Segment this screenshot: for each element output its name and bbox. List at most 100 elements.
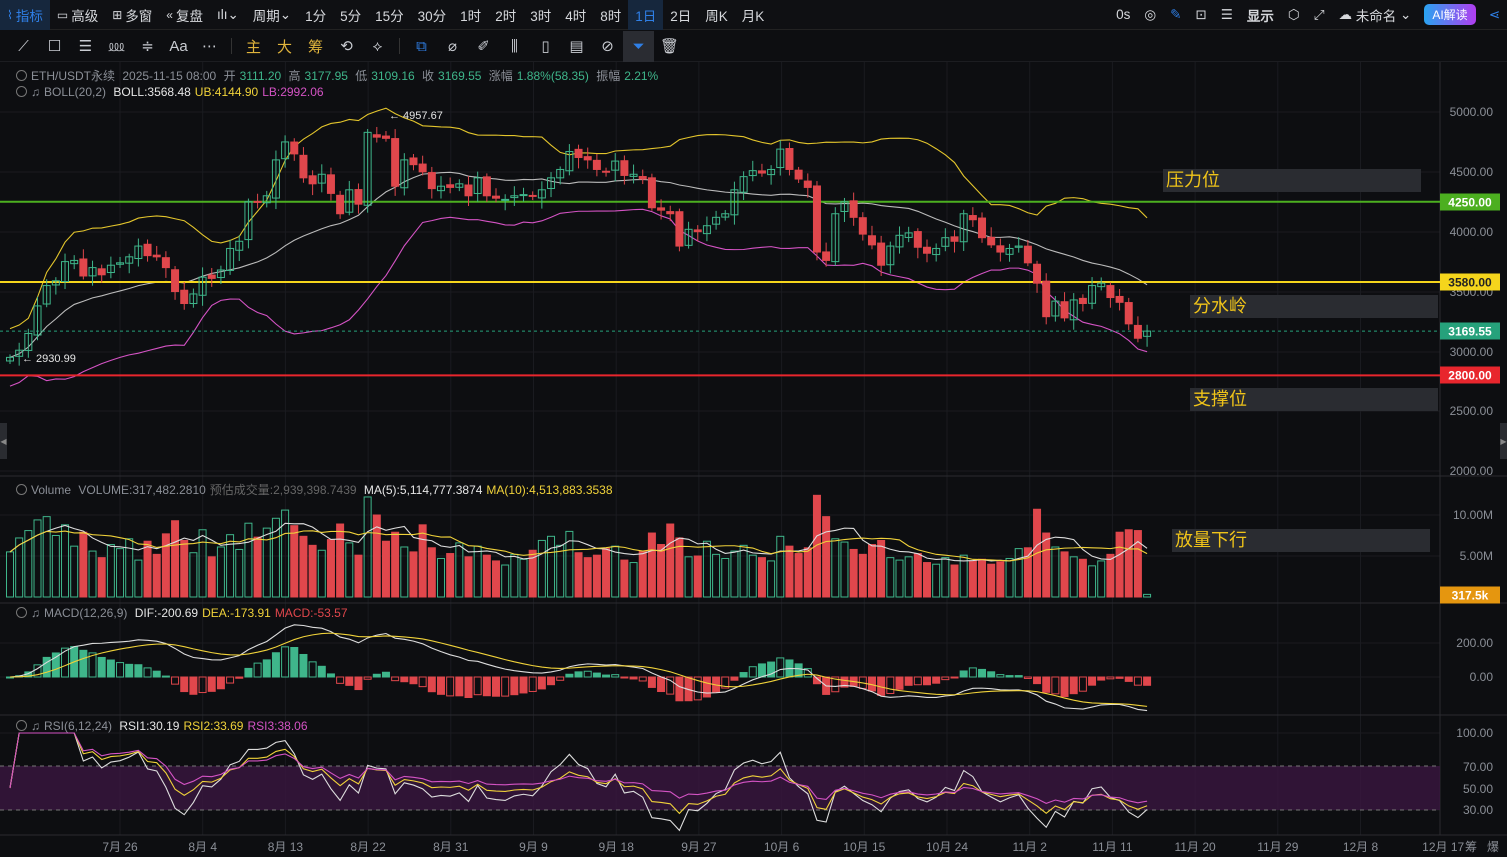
macd-histogram-bar [913, 676, 922, 686]
macd-histogram-bar [244, 667, 253, 678]
axis-toggle[interactable]: 爆 [1487, 838, 1499, 855]
collapse-icon[interactable] [16, 70, 27, 81]
macd-histogram-bar [226, 676, 235, 684]
volume-bar [822, 516, 831, 598]
volume-down-annotation[interactable]: 放量下行 [1172, 529, 1430, 552]
macd-histogram-bar [106, 659, 115, 678]
macd-histogram-bar [253, 662, 262, 678]
axis-toggle[interactable]: 筹 [1465, 838, 1477, 855]
bell-icon[interactable]: ♫ [31, 85, 40, 99]
candle-body [418, 163, 427, 173]
volume-bar [941, 557, 950, 598]
volume-bar [409, 551, 418, 598]
volume-bar [519, 558, 528, 598]
left-collapse-handle[interactable]: ◀ [0, 423, 7, 459]
rsi-legend: ♫ RSI(6,12,24) RSI1:30.19 RSI2:33.69 RSI3:3… [16, 719, 312, 733]
volume-bar [968, 560, 977, 598]
volume-bar [1060, 551, 1069, 598]
candle-body [794, 169, 803, 180]
macd-histogram-bar [959, 670, 968, 678]
macd-histogram-bar [620, 676, 629, 679]
volume-bar [950, 564, 959, 598]
last-price-tag: 3169.55 [1440, 322, 1500, 340]
macd-histogram-bar [675, 676, 684, 702]
macd-histogram-bar [987, 671, 996, 678]
macd-histogram-bar [1143, 676, 1152, 686]
volume-bar [556, 544, 565, 598]
macd-histogram-bar [455, 676, 464, 697]
volume-bar [803, 547, 812, 598]
volume-bar [978, 558, 987, 598]
volume-bar [216, 546, 225, 598]
candle-body [253, 200, 262, 203]
axis-label: 5000.00 [1449, 105, 1493, 119]
support-annotation[interactable]: 支撑位 [1190, 388, 1438, 411]
volume-bar [748, 554, 757, 598]
candle-body [79, 258, 88, 277]
volume-bar [207, 556, 216, 598]
time-label: 10月 24 [925, 840, 969, 854]
candle-body [574, 148, 583, 158]
volume-bar [987, 563, 996, 598]
macd-histogram-bar [629, 676, 638, 680]
candle-body [1124, 302, 1133, 325]
volume-bar [290, 525, 299, 598]
right-collapse-handle[interactable]: ▶ [1500, 423, 1507, 459]
volume-bar [253, 536, 262, 598]
volume-legend: Volume VOLUME:317,482.2810 预估成交量:2,939,39… [16, 481, 617, 498]
volume-bar [61, 524, 70, 598]
volume-bar [684, 556, 693, 598]
time-label: 9月 27 [681, 840, 717, 854]
candle-body [409, 157, 418, 166]
candle-body [620, 160, 629, 176]
bell-icon[interactable]: ♫ [31, 606, 40, 620]
volume-bar [455, 542, 464, 598]
macd-histogram-bar [235, 676, 244, 679]
macd-histogram-bar [161, 675, 170, 678]
volume-bar [6, 551, 14, 598]
volume-bar [1088, 565, 1097, 598]
collapse-icon[interactable] [16, 607, 27, 618]
volume-bar [1133, 530, 1142, 598]
watershed-annotation[interactable]: 分水岭 [1190, 295, 1438, 318]
axis-label: 30.00 [1462, 803, 1493, 817]
collapse-icon[interactable] [16, 86, 27, 97]
macd-histogram-bar [730, 676, 739, 681]
collapse-icon[interactable] [16, 720, 27, 731]
collapse-icon[interactable] [16, 484, 27, 495]
time-label: 11月 20 [1174, 840, 1216, 854]
macd-histogram-bar [657, 676, 666, 693]
volume-bar [602, 548, 611, 598]
candle-body [354, 189, 363, 205]
bell-icon[interactable]: ♫ [31, 719, 40, 733]
volume-bar [70, 545, 79, 598]
volume-bar [996, 561, 1005, 598]
axis-label: 70.00 [1462, 760, 1493, 774]
volume-bar [730, 550, 739, 598]
macd-histogram-bar [409, 676, 418, 685]
macd-histogram-bar [748, 666, 757, 678]
resistance-annotation[interactable]: 压力位 [1163, 169, 1421, 192]
macd-histogram-bar [592, 672, 601, 678]
volume-bar [767, 560, 776, 598]
time-label: 8月 22 [350, 840, 386, 854]
volume-bar [510, 553, 519, 598]
candle-body [583, 156, 592, 161]
volume-bar [547, 535, 556, 598]
boll-mid-line [9, 171, 1148, 358]
volume-bar [42, 516, 51, 598]
candle-body [867, 235, 876, 246]
volume-bar [492, 560, 501, 598]
volume-bar [1069, 556, 1078, 598]
volume-bar [831, 538, 840, 598]
candle-body [950, 236, 959, 242]
candle-body [464, 184, 473, 197]
volume-bar [739, 544, 748, 598]
macd-histogram-bar [97, 656, 106, 678]
time-label: 8月 4 [188, 840, 218, 854]
candle-body [161, 257, 170, 269]
macd-histogram-bar [923, 676, 931, 686]
volume-bar [620, 559, 629, 598]
macd-histogram-bar [1097, 676, 1106, 681]
time-label: 11月 11 [1092, 840, 1133, 854]
